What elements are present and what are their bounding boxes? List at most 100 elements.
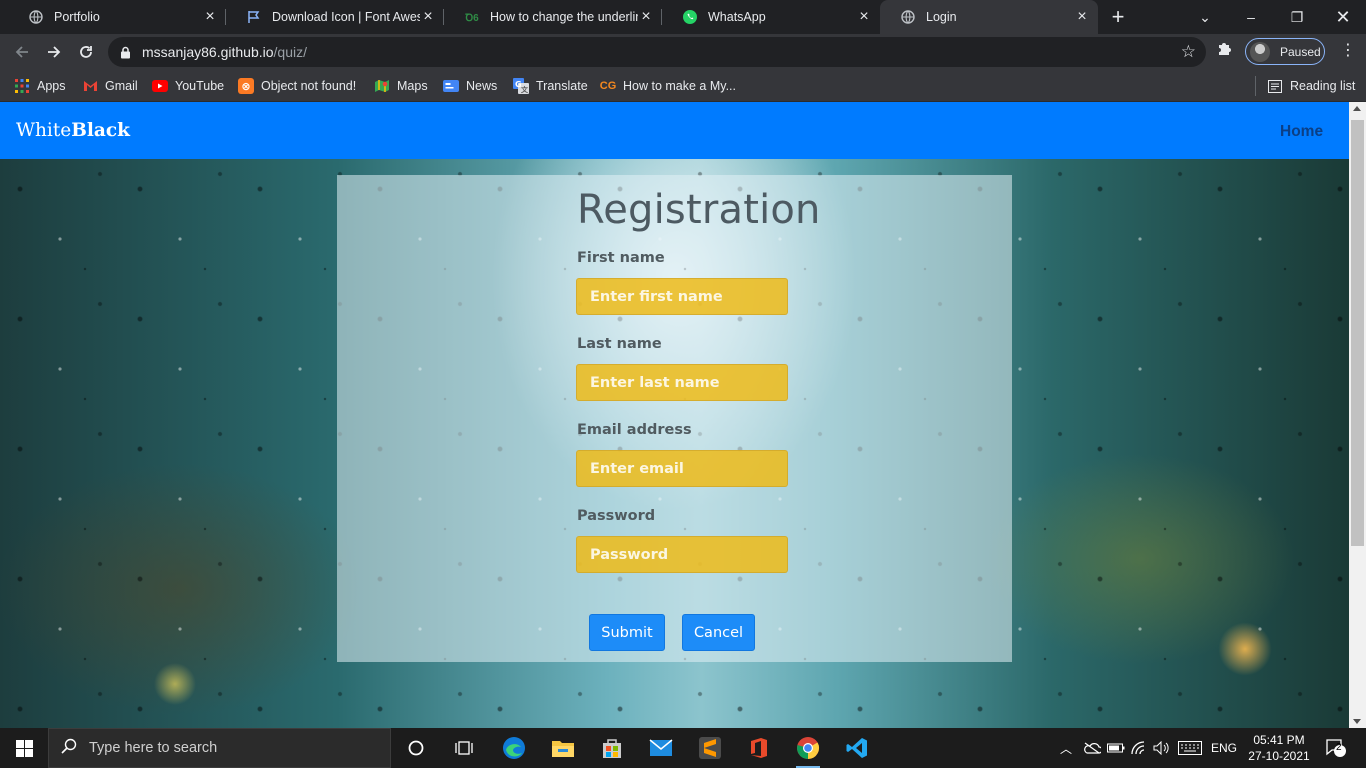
battery-icon[interactable] bbox=[1106, 728, 1126, 768]
globe-icon bbox=[28, 9, 44, 25]
news-icon bbox=[443, 78, 459, 94]
close-tab-icon[interactable]: × bbox=[202, 9, 218, 25]
new-tab-icon[interactable]: + bbox=[1108, 6, 1128, 28]
scroll-thumb[interactable] bbox=[1351, 120, 1364, 546]
bookmarks-divider bbox=[1255, 76, 1256, 96]
bookmark-translate[interactable]: G文 Translate bbox=[513, 76, 588, 96]
wifi-icon[interactable] bbox=[1130, 728, 1150, 768]
bookmark-object-not-found[interactable]: ⊗ Object not found! bbox=[238, 76, 356, 96]
bookmark-label: Object not found! bbox=[261, 79, 357, 93]
bookmark-label: Translate bbox=[536, 79, 588, 93]
youtube-icon bbox=[152, 78, 168, 94]
task-view-icon[interactable] bbox=[444, 732, 484, 764]
bookmark-youtube[interactable]: YouTube bbox=[152, 76, 224, 96]
bookmark-apps[interactable]: Apps bbox=[14, 76, 66, 96]
search-icon bbox=[61, 738, 77, 759]
language-indicator[interactable]: ENG bbox=[1208, 728, 1240, 768]
show-hidden-icons-chevron-icon[interactable]: ︿ bbox=[1058, 728, 1074, 768]
volume-icon[interactable] bbox=[1152, 728, 1172, 768]
email-input[interactable] bbox=[576, 450, 788, 487]
bookmark-news[interactable]: News bbox=[443, 76, 497, 96]
forward-icon[interactable] bbox=[42, 40, 66, 64]
bookmark-star-icon[interactable]: ☆ bbox=[1181, 43, 1196, 61]
bookmarks-bar: Apps Gmail YouTube ⊗ Object not found! M… bbox=[0, 70, 1366, 102]
tab-title: How to change the underline bbox=[490, 10, 638, 24]
touch-keyboard-icon[interactable] bbox=[1177, 728, 1203, 768]
clock-date: 27-10-2021 bbox=[1248, 749, 1310, 763]
edge-icon[interactable] bbox=[494, 732, 534, 764]
email-label: Email address bbox=[577, 422, 692, 438]
svg-text:文: 文 bbox=[521, 85, 529, 94]
gmail-icon bbox=[82, 78, 98, 94]
first-name-input[interactable] bbox=[576, 278, 788, 315]
vscode-icon[interactable] bbox=[837, 732, 877, 764]
page-scrollbar[interactable] bbox=[1349, 102, 1366, 728]
tab-strip: Portfolio × Download Icon | Font Awesome… bbox=[0, 0, 1366, 34]
onedrive-icon[interactable] bbox=[1082, 728, 1102, 768]
tab-geeksforgeeks[interactable]: Ꝺ6 How to change the underline × bbox=[444, 0, 662, 34]
site-navbar: WhiteBlack Home bbox=[0, 102, 1349, 159]
tab-title: WhatsApp bbox=[708, 10, 766, 24]
cancel-button[interactable]: Cancel bbox=[682, 614, 755, 651]
bookmark-how-to-make[interactable]: CG How to make a My... bbox=[600, 76, 736, 96]
action-center-icon[interactable]: 2 bbox=[1318, 728, 1354, 768]
cortana-icon[interactable] bbox=[396, 732, 436, 764]
chrome-icon[interactable] bbox=[788, 732, 828, 768]
taskbar-search-box[interactable]: Type here to search bbox=[48, 728, 391, 768]
tab-font-awesome[interactable]: Download Icon | Font Awesome × bbox=[226, 0, 444, 34]
tab-portfolio[interactable]: Portfolio × bbox=[8, 0, 226, 34]
office-icon[interactable] bbox=[739, 732, 779, 764]
bookmark-label: Gmail bbox=[105, 79, 138, 93]
scroll-down-arrow-icon[interactable] bbox=[1353, 719, 1361, 724]
tab-whatsapp[interactable]: WhatsApp × bbox=[662, 0, 880, 34]
bookmark-maps[interactable]: Maps bbox=[374, 76, 428, 96]
brand-logo[interactable]: WhiteBlack bbox=[16, 120, 130, 141]
reading-list-label: Reading list bbox=[1290, 79, 1356, 93]
notification-count: 2 bbox=[1336, 742, 1342, 753]
tab-search-chevron-icon[interactable]: ⌄ bbox=[1182, 0, 1228, 34]
restore-icon[interactable]: ❐ bbox=[1274, 0, 1320, 34]
windows-start-icon[interactable] bbox=[0, 728, 48, 768]
tab-title: Download Icon | Font Awesome bbox=[272, 10, 420, 24]
last-name-input[interactable] bbox=[576, 364, 788, 401]
close-tab-icon[interactable]: × bbox=[638, 9, 654, 25]
bookmark-gmail[interactable]: Gmail bbox=[82, 76, 138, 96]
extensions-puzzle-icon[interactable] bbox=[1216, 40, 1236, 60]
microsoft-store-icon[interactable] bbox=[592, 732, 632, 764]
geeksforgeeks-icon: Ꝺ6 bbox=[465, 13, 479, 24]
file-explorer-icon[interactable] bbox=[543, 732, 583, 764]
tab-login[interactable]: Login × bbox=[880, 0, 1098, 34]
reload-icon[interactable] bbox=[74, 40, 98, 64]
address-bar[interactable]: mssanjay86.github.io/quiz/ ☆ bbox=[108, 37, 1206, 67]
sublime-text-icon[interactable] bbox=[690, 732, 730, 764]
scroll-up-arrow-icon[interactable] bbox=[1353, 106, 1361, 111]
bookmark-label: YouTube bbox=[175, 79, 225, 93]
submit-button[interactable]: Submit bbox=[589, 614, 665, 651]
close-window-icon[interactable]: ✕ bbox=[1320, 0, 1366, 34]
close-tab-icon[interactable]: × bbox=[1074, 9, 1090, 25]
form-title: Registration bbox=[577, 187, 821, 233]
menu-kebab-icon[interactable]: ⋮ bbox=[1340, 43, 1356, 59]
reading-list-button[interactable]: Reading list bbox=[1267, 76, 1355, 96]
reading-list-icon bbox=[1267, 78, 1283, 94]
close-tab-icon[interactable]: × bbox=[856, 9, 872, 25]
profile-button[interactable]: Paused bbox=[1245, 38, 1325, 65]
cg-icon: CG bbox=[599, 80, 617, 92]
lock-icon[interactable] bbox=[120, 45, 134, 59]
nav-home-link[interactable]: Home bbox=[1280, 123, 1323, 141]
clock-time: 05:41 PM bbox=[1253, 733, 1305, 747]
close-tab-icon[interactable]: × bbox=[420, 9, 436, 25]
profile-status: Paused bbox=[1280, 44, 1321, 59]
tab-title: Portfolio bbox=[54, 10, 100, 24]
translate-icon: G文 bbox=[513, 78, 529, 94]
minimize-icon[interactable]: – bbox=[1228, 0, 1274, 34]
taskbar-clock[interactable]: 05:41 PM 27-10-2021 bbox=[1244, 732, 1314, 764]
password-input[interactable] bbox=[576, 536, 788, 573]
back-icon[interactable] bbox=[10, 40, 34, 64]
search-placeholder: Type here to search bbox=[89, 740, 218, 756]
windows-taskbar: Type here to search ︿ ENG 05:41 PM 27-10… bbox=[0, 728, 1366, 768]
mail-icon[interactable] bbox=[641, 732, 681, 764]
whatsapp-icon bbox=[682, 9, 698, 25]
last-name-label: Last name bbox=[577, 336, 662, 352]
browser-toolbar: mssanjay86.github.io/quiz/ ☆ bbox=[0, 34, 1366, 70]
